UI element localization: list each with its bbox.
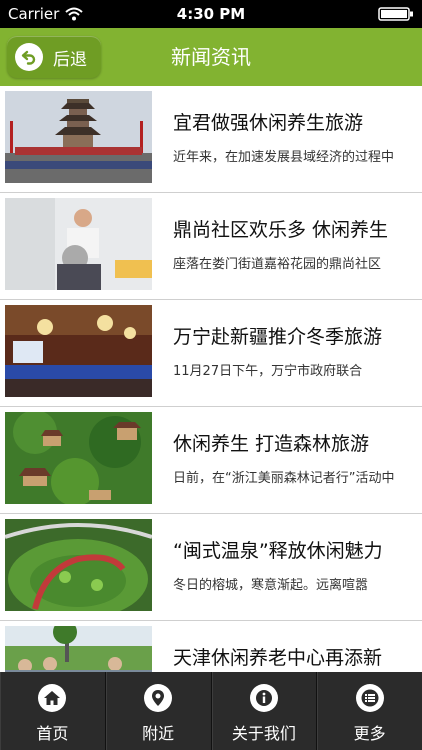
- news-title: 宜君做强休闲养生旅游: [173, 112, 364, 134]
- news-thumbnail: [5, 626, 152, 672]
- tab-label: 首页: [36, 724, 69, 743]
- news-title: “闽式温泉”释放休闲魅力: [173, 540, 383, 562]
- tab-about-us[interactable]: 关于我们: [212, 672, 318, 750]
- tab-label: 附近: [142, 724, 175, 743]
- news-title: 天津休闲养老中心再添新: [173, 647, 383, 669]
- news-thumbnail: [5, 198, 152, 290]
- news-item[interactable]: 天津休闲养老中心再添新: [0, 621, 422, 672]
- back-label: 后退: [53, 49, 87, 70]
- tab-nearby[interactable]: 附近: [106, 672, 212, 750]
- news-title: 万宁赴新疆推介冬季旅游: [173, 326, 383, 348]
- tab-bar: 首页 附近 关于我们 更多: [0, 672, 422, 750]
- battery-icon: [378, 7, 413, 21]
- home-icon: [38, 684, 67, 712]
- news-item[interactable]: 鼎尚社区欢乐多 休闲养生 座落在娄门街道嘉裕花园的鼎尚社区: [0, 193, 422, 300]
- info-icon: [249, 684, 278, 712]
- news-thumbnail: [5, 412, 152, 504]
- news-title: 休闲养生 打造森林旅游: [173, 433, 370, 455]
- tab-home[interactable]: 首页: [0, 672, 106, 750]
- clock: 4:30 PM: [176, 5, 246, 23]
- tab-more[interactable]: 更多: [317, 672, 422, 750]
- back-button[interactable]: 后退: [7, 36, 101, 78]
- news-thumbnail: [5, 305, 152, 397]
- news-summary: 日前，在“浙江美丽森林记者行”活动中: [173, 471, 395, 486]
- back-arrow-icon: [15, 43, 43, 71]
- list-icon: [355, 684, 384, 712]
- navigation-bar: 新闻资讯 后退: [0, 28, 422, 86]
- news-summary: 11月27日下午，万宁市政府联合: [173, 364, 363, 379]
- news-thumbnail: [5, 91, 152, 183]
- news-item[interactable]: 宜君做强休闲养生旅游 近年来，在加速发展县域经济的过程中: [0, 86, 422, 193]
- news-thumbnail: [5, 519, 152, 611]
- status-bar: Carrier 4:30 PM: [0, 0, 422, 28]
- location-pin-icon: [144, 684, 173, 712]
- tab-label: 更多: [353, 724, 386, 743]
- news-item[interactable]: 万宁赴新疆推介冬季旅游 11月27日下午，万宁市政府联合: [0, 300, 422, 407]
- tab-label: 关于我们: [231, 724, 296, 743]
- news-summary: 近年来，在加速发展县域经济的过程中: [173, 150, 395, 165]
- news-item[interactable]: 休闲养生 打造森林旅游 日前，在“浙江美丽森林记者行”活动中: [0, 407, 422, 514]
- news-title: 鼎尚社区欢乐多 休闲养生: [173, 219, 389, 241]
- news-summary: 座落在娄门街道嘉裕花园的鼎尚社区: [173, 257, 382, 272]
- news-list: 宜君做强休闲养生旅游 近年来，在加速发展县域经济的过程中 鼎尚社区欢乐多 休闲养…: [0, 86, 422, 672]
- news-item[interactable]: “闽式温泉”释放休闲魅力 冬日的榕城，寒意渐起。远离喧嚣: [0, 514, 422, 621]
- news-summary: 冬日的榕城，寒意渐起。远离喧嚣: [173, 578, 369, 593]
